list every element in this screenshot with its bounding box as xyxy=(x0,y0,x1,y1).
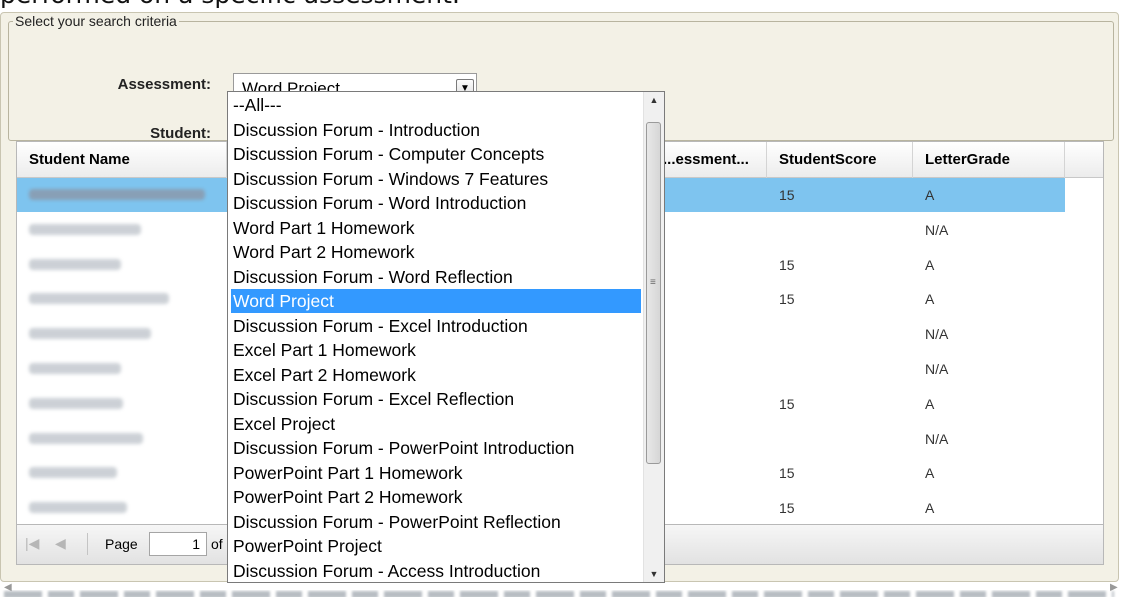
assessment-label: Assessment: xyxy=(117,76,211,93)
dropdown-option[interactable]: Discussion Forum - Introduction xyxy=(231,118,641,142)
letter-grade-cell: A xyxy=(925,500,935,517)
grip-icon: ≡ xyxy=(650,277,656,288)
dropdown-option[interactable]: Discussion Forum - PowerPoint Reflection xyxy=(231,510,641,534)
dropdown-option[interactable]: Discussion Forum - Excel Introduction xyxy=(231,314,641,338)
student-name-redacted xyxy=(29,432,143,444)
dropdown-option[interactable]: PowerPoint Project xyxy=(231,534,641,558)
dropdown-scrollbar[interactable]: ▲ ≡ ▼ xyxy=(643,92,664,582)
page-heading: performed on a specific assessment. xyxy=(0,0,460,10)
toolbar-separator xyxy=(87,533,88,555)
page-of-label: of xyxy=(211,536,223,552)
dropdown-option[interactable]: Discussion Forum - Windows 7 Features xyxy=(231,167,641,191)
student-name-redacted xyxy=(29,189,205,200)
dropdown-option[interactable]: Word Project xyxy=(231,289,641,313)
letter-grade-cell: N/A xyxy=(925,221,949,238)
student-name-redacted xyxy=(29,363,121,374)
search-criteria-legend: Select your search criteria xyxy=(15,13,177,29)
scroll-down-icon[interactable]: ▼ xyxy=(644,569,664,579)
student-name-redacted xyxy=(29,328,151,340)
student-score-cell: 15 xyxy=(779,500,795,517)
page-label: Page xyxy=(105,536,138,552)
prev-page-icon[interactable]: ◀ xyxy=(55,535,66,552)
student-name-redacted xyxy=(29,502,127,514)
column-header-student-name[interactable]: Student Name xyxy=(17,142,227,178)
student-name-redacted xyxy=(29,258,121,270)
assessment-dropdown-list[interactable]: --All--- Discussion Forum - Introduction D… xyxy=(227,91,665,583)
dropdown-option[interactable]: Discussion Forum - Excel Reflection xyxy=(231,387,641,411)
scroll-thumb[interactable]: ≡ xyxy=(646,122,661,464)
student-name-redacted xyxy=(29,223,141,235)
dropdown-option[interactable]: Discussion Forum - Access Introduction xyxy=(231,559,641,583)
student-label: Student: xyxy=(150,125,211,142)
dropdown-option[interactable]: --All--- xyxy=(231,93,641,117)
letter-grade-cell: N/A xyxy=(925,430,949,447)
dropdown-option[interactable]: Word Part 1 Homework xyxy=(231,216,641,240)
dropdown-option[interactable]: PowerPoint Part 2 Homework xyxy=(231,485,641,509)
student-score-cell xyxy=(767,317,779,351)
dropdown-option[interactable]: Excel Project xyxy=(231,412,641,436)
dropdown-option[interactable]: Excel Part 1 Homework xyxy=(231,338,641,362)
student-score-cell xyxy=(767,213,779,247)
student-score-cell xyxy=(767,422,779,456)
student-score-cell: 15 xyxy=(779,291,795,308)
letter-grade-cell: A xyxy=(925,187,935,203)
dropdown-option[interactable]: Excel Part 2 Homework xyxy=(231,363,641,387)
dropdown-option[interactable]: Discussion Forum - Word Introduction xyxy=(231,191,641,215)
dropdown-option[interactable]: Discussion Forum - Computer Concepts xyxy=(231,142,641,166)
dropdown-option[interactable]: PowerPoint Part 1 Homework xyxy=(231,461,641,485)
student-score-cell xyxy=(767,352,779,386)
letter-grade-cell: A xyxy=(925,395,935,412)
student-score-cell: 15 xyxy=(779,187,795,203)
dropdown-option[interactable]: Discussion Forum - PowerPoint Introducti… xyxy=(231,436,641,460)
page-number-input[interactable]: 1 xyxy=(149,532,207,556)
letter-grade-cell: A xyxy=(925,256,935,273)
student-name-redacted xyxy=(29,467,117,479)
blurred-footer-text xyxy=(0,590,1125,597)
student-name-redacted xyxy=(29,293,169,305)
dropdown-option[interactable]: Word Part 2 Homework xyxy=(231,240,641,264)
student-score-cell: 15 xyxy=(779,256,795,273)
column-header-student-score[interactable]: StudentScore xyxy=(767,142,913,178)
student-score-cell: 15 xyxy=(779,465,795,482)
student-name-redacted xyxy=(29,397,123,409)
letter-grade-cell: A xyxy=(925,465,935,482)
dropdown-option[interactable]: Discussion Forum - Word Reflection xyxy=(231,265,641,289)
letter-grade-cell: A xyxy=(925,291,935,308)
student-score-cell: 15 xyxy=(779,395,795,412)
letter-grade-cell: N/A xyxy=(925,361,949,377)
column-header-letter-grade[interactable]: LetterGrade xyxy=(913,142,1065,178)
first-page-icon[interactable]: |◀ xyxy=(25,535,39,552)
scroll-up-icon[interactable]: ▲ xyxy=(644,95,664,105)
letter-grade-cell: N/A xyxy=(925,326,949,343)
